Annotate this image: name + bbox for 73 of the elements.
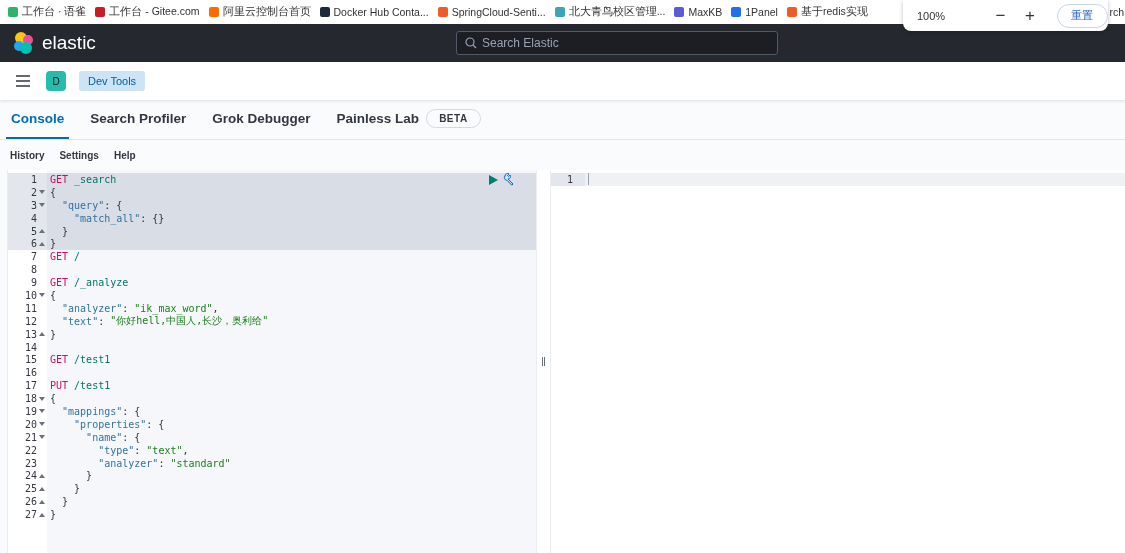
logo-text: elastic (42, 32, 96, 54)
zoom-level: 100% (917, 9, 947, 22)
unfold-icon[interactable] (39, 512, 45, 517)
line-number: 18 (24, 393, 37, 405)
line-number: 7 (30, 251, 37, 263)
bookmark[interactable]: SpringCloud-Senti... (451, 6, 546, 18)
bookmark[interactable]: 基于redis实现 (800, 5, 868, 19)
line-number: 1 (566, 173, 573, 185)
play-icon[interactable] (489, 175, 498, 185)
bookmark[interactable]: 北大青鸟校区管理... (568, 5, 666, 19)
line-number: 25 (24, 483, 37, 495)
unfold-icon[interactable] (39, 486, 45, 491)
bookmark[interactable]: rch (1109, 6, 1124, 18)
tab[interactable]: Painless Lab BETA (331, 100, 486, 139)
space-avatar[interactable]: D (46, 71, 66, 91)
line-number: 27 (24, 509, 37, 521)
line-number: 15 (24, 354, 37, 366)
logo-icon (12, 31, 36, 55)
fold-icon[interactable] (39, 422, 45, 427)
line-number: 20 (24, 418, 37, 430)
line-number: 1 (30, 173, 37, 185)
line-number: 24 (24, 470, 37, 482)
line-number: 22 (24, 444, 37, 456)
fold-icon[interactable] (39, 293, 45, 298)
fold-icon[interactable] (39, 435, 45, 440)
fold-icon[interactable] (39, 190, 45, 195)
line-number: 11 (24, 302, 37, 314)
line-number: 4 (30, 212, 37, 224)
line-number: 26 (24, 496, 37, 508)
tab[interactable]: Search Profiler (85, 100, 192, 139)
zoom-out-button[interactable]: − (987, 5, 1014, 26)
reset-button[interactable]: 重置 (1056, 3, 1108, 28)
unfold-icon[interactable] (39, 473, 45, 478)
line-number: 14 (24, 341, 37, 353)
bookmark[interactable]: 工作台 · 语雀 (22, 5, 87, 19)
bookmark[interactable]: 阿里云控制台首页 (222, 5, 311, 19)
resize-handle[interactable] (536, 170, 551, 553)
line-number: 16 (24, 367, 37, 379)
line-number: 2 (30, 186, 37, 198)
fold-icon[interactable] (39, 409, 45, 414)
wrench-icon[interactable] (503, 173, 516, 186)
bookmark[interactable]: MaxKB (688, 6, 723, 18)
menu-item[interactable]: Help (107, 149, 142, 161)
bookmark[interactable]: 工作台 - Gitee.com (109, 5, 200, 19)
line-number: 6 (30, 238, 37, 250)
line-number: 9 (30, 277, 37, 289)
unfold-icon[interactable] (39, 241, 45, 246)
tab[interactable]: Grok Debugger (207, 100, 316, 139)
tab[interactable]: Console (6, 100, 70, 139)
fold-icon[interactable] (39, 203, 45, 208)
line-number: 17 (24, 380, 37, 392)
line-number: 19 (24, 405, 37, 417)
unfold-icon[interactable] (39, 332, 45, 337)
line-number: 13 (24, 328, 37, 340)
line-number: 10 (24, 289, 37, 301)
menu-item[interactable]: History (4, 149, 51, 161)
unfold-icon[interactable] (39, 229, 45, 233)
search-icon (465, 37, 477, 49)
fold-icon[interactable] (39, 396, 45, 401)
menu-item[interactable]: Settings (53, 149, 105, 161)
line-number: 21 (24, 431, 37, 443)
line-number: 3 (30, 199, 37, 211)
line-number: 23 (24, 457, 37, 469)
bookmark[interactable]: 1Panel (745, 6, 778, 18)
line-number: 5 (30, 225, 37, 237)
menu-icon[interactable] (16, 75, 30, 87)
line-number: 8 (30, 264, 37, 276)
unfold-icon[interactable] (39, 499, 45, 504)
search-field[interactable]: Search Elastic (456, 31, 778, 55)
line-number: 12 (24, 315, 37, 327)
zoom-in-button[interactable]: + (1017, 5, 1043, 26)
bookmark[interactable]: Docker Hub Conta... (333, 6, 429, 18)
breadcrumb[interactable]: Dev Tools (79, 71, 146, 91)
